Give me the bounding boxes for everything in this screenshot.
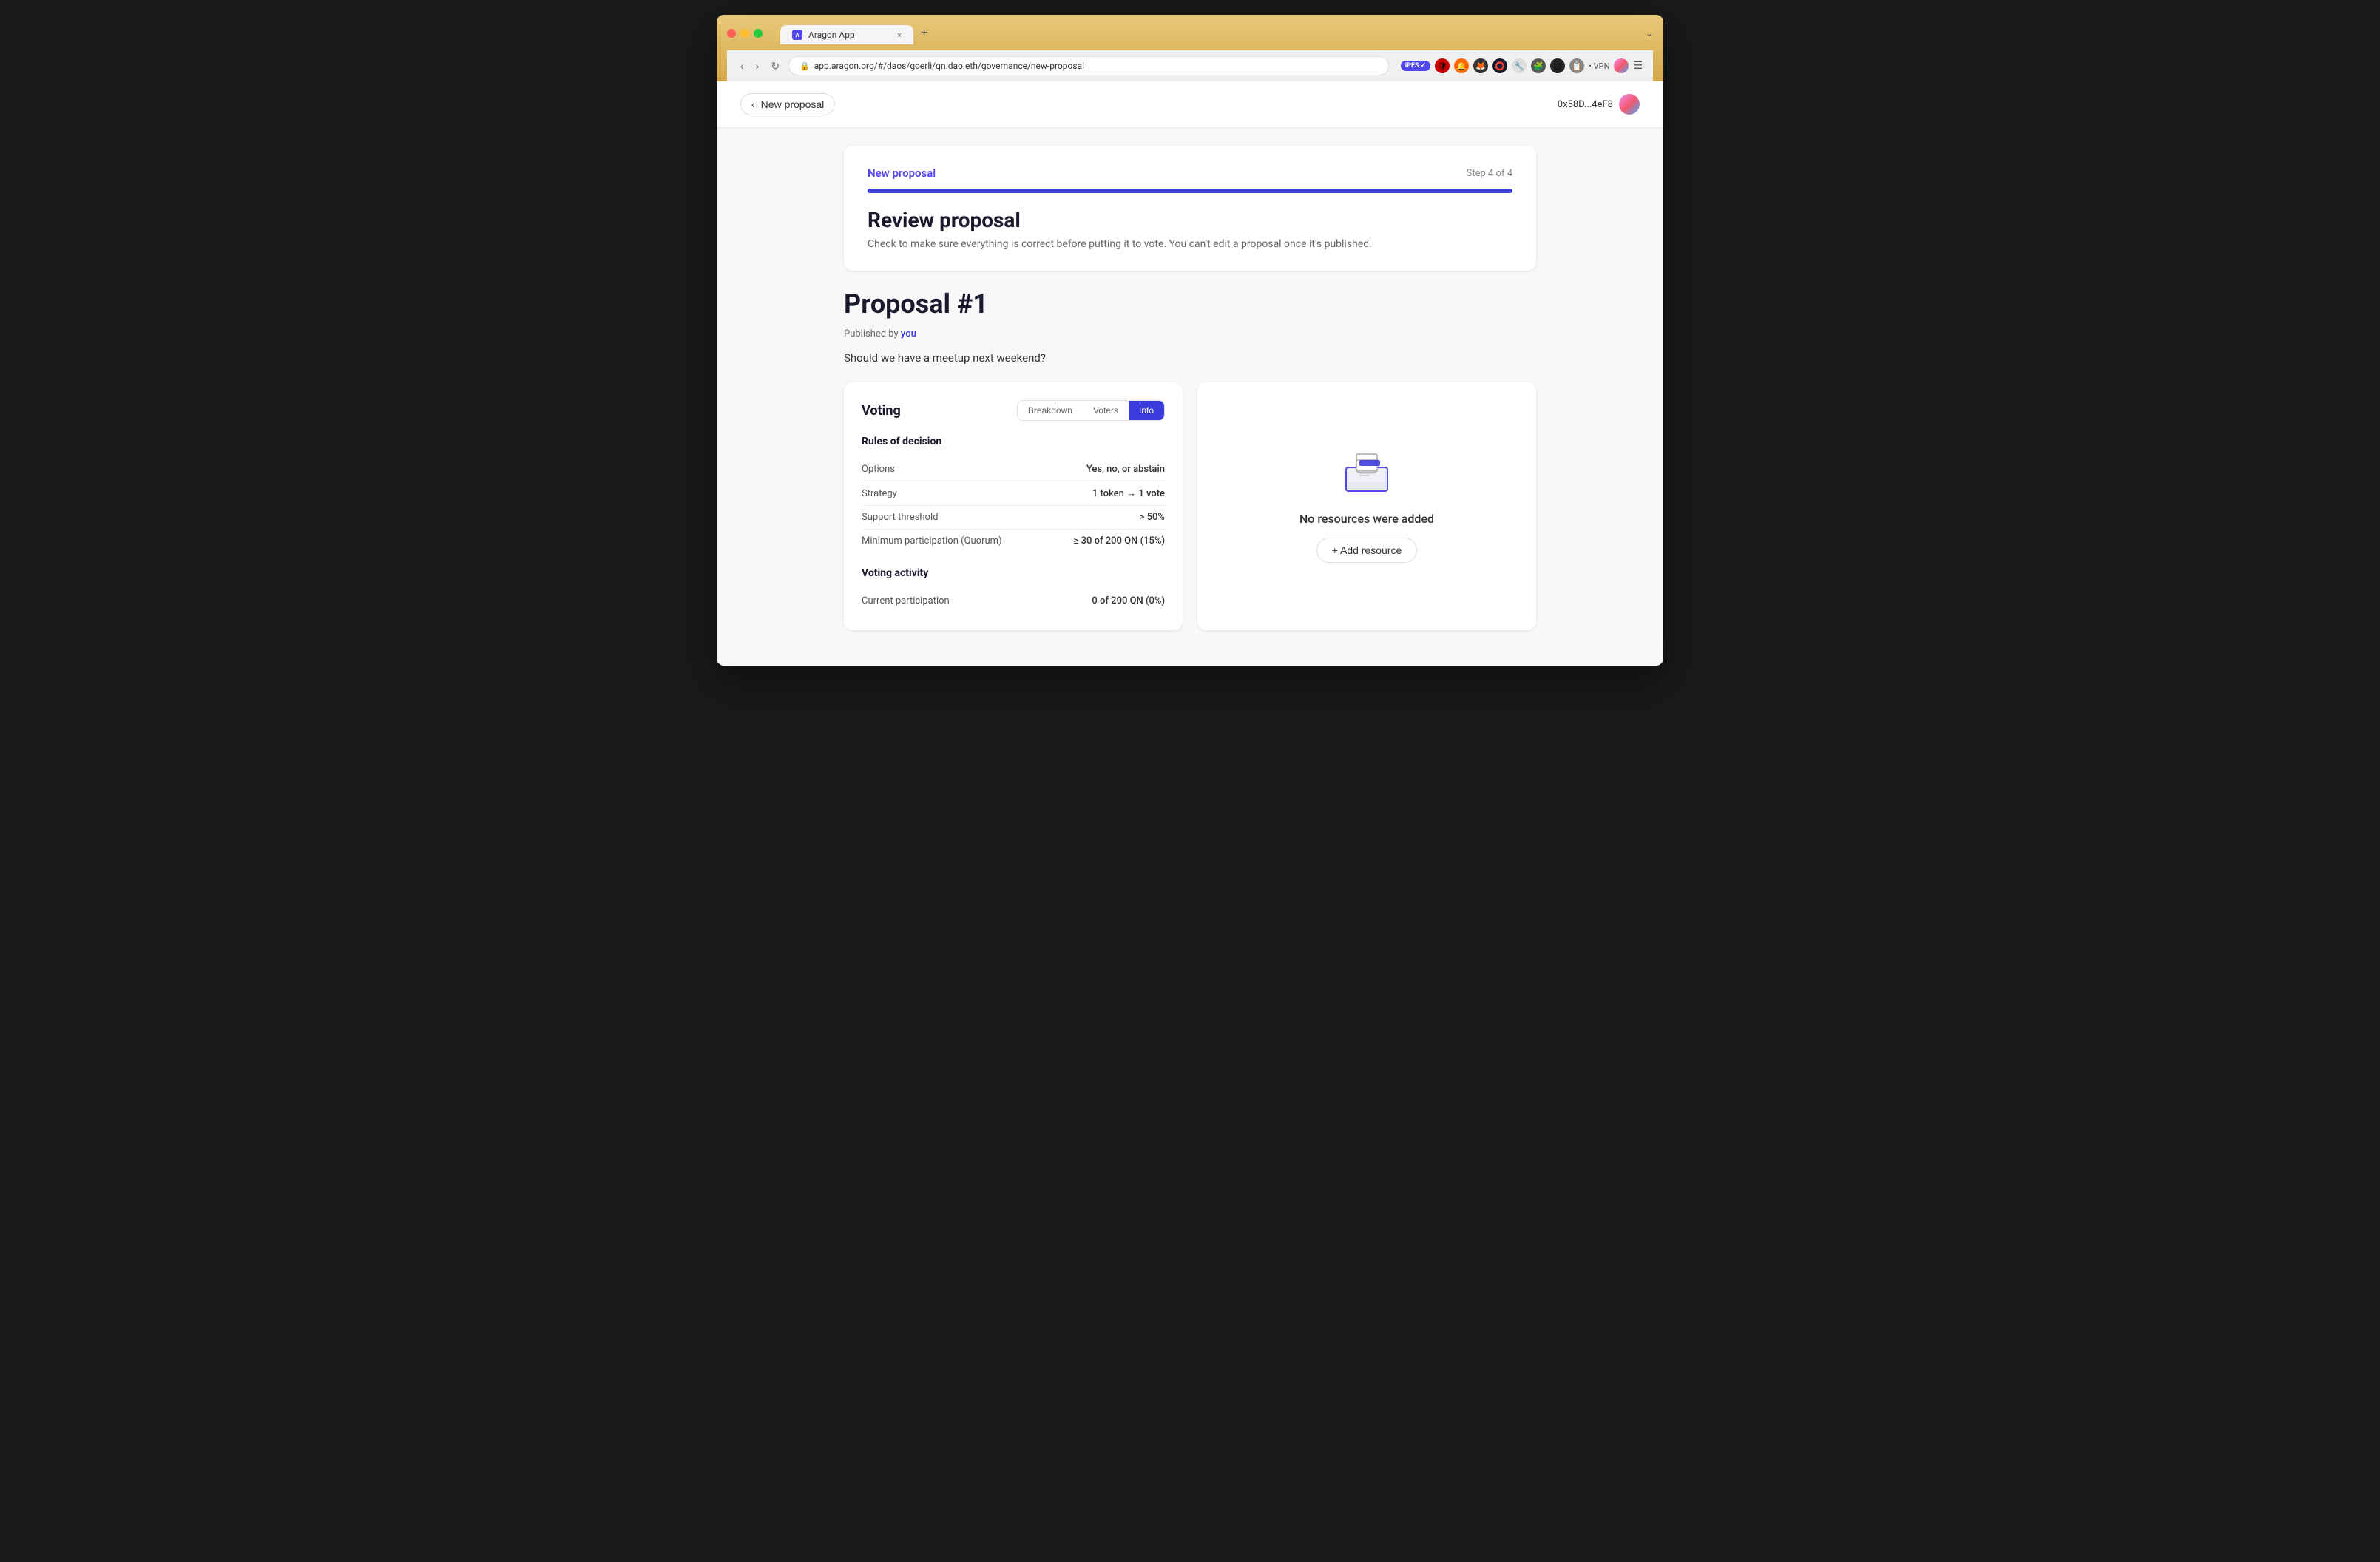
wallet-address: 0x58D...4eF8 xyxy=(1558,99,1613,110)
activity-section: Voting activity Current participation 0 … xyxy=(862,567,1165,612)
minimize-window-button[interactable] xyxy=(740,29,749,38)
extension-icon-1[interactable]: 🔔 xyxy=(1454,58,1469,73)
resources-card: No resources were added + Add resource xyxy=(1197,382,1536,630)
tab-favicon-icon: A xyxy=(792,30,802,40)
rule-label-options: Options xyxy=(862,464,895,475)
rule-row-strategy: Strategy 1 token → 1 vote xyxy=(862,481,1165,506)
back-chevron-icon: ‹ xyxy=(751,98,755,110)
rule-value-quorum: ≥ 30 of 200 QN (15%) xyxy=(1074,535,1165,547)
forward-nav-button[interactable]: › xyxy=(753,58,763,73)
rule-label-threshold: Support threshold xyxy=(862,512,938,523)
rule-value-options: Yes, no, or abstain xyxy=(1086,464,1165,475)
refresh-nav-button[interactable]: ↻ xyxy=(768,58,782,74)
user-avatar[interactable] xyxy=(1619,94,1640,115)
browser-menu-icon[interactable]: ☰ xyxy=(1633,60,1643,72)
step-counter: Step 4 of 4 xyxy=(1467,168,1512,179)
url-text: app.aragon.org/#/daos/goerli/qn.dao.eth/… xyxy=(814,61,1084,71)
activity-row-participation: Current participation 0 of 200 QN (0%) xyxy=(862,589,1165,612)
app-header: ‹ New proposal 0x58D...4eF8 xyxy=(717,81,1663,128)
tab-breakdown[interactable]: Breakdown xyxy=(1018,401,1083,420)
no-resources-icon xyxy=(1340,450,1393,500)
vpn-label: • VPN xyxy=(1589,61,1609,71)
active-browser-tab[interactable]: A Aragon App × xyxy=(780,25,913,44)
progress-bar-fill xyxy=(868,189,1512,193)
extension-icon-3[interactable]: ⭕ xyxy=(1492,58,1507,73)
voting-card-title: Voting xyxy=(862,403,901,419)
activity-label-participation: Current participation xyxy=(862,595,950,606)
wallet-info: 0x58D...4eF8 xyxy=(1558,94,1640,115)
voting-tab-group: Breakdown Voters Info xyxy=(1017,400,1165,421)
proposal-description: Should we have a meetup next weekend? xyxy=(844,351,1536,365)
browser-controls: A Aragon App × + ⌄ xyxy=(727,22,1653,44)
close-window-button[interactable] xyxy=(727,29,736,38)
published-by: Published by you xyxy=(844,328,1536,339)
address-bar[interactable]: 🔒 app.aragon.org/#/daos/goerli/qn.dao.et… xyxy=(788,56,1389,75)
rule-row-quorum: Minimum participation (Quorum) ≥ 30 of 2… xyxy=(862,530,1165,552)
extension-icon-6[interactable]: ◻ xyxy=(1550,58,1565,73)
two-col-layout: Voting Breakdown Voters Info Rules of de… xyxy=(844,382,1536,630)
extension-icon-7[interactable]: 📋 xyxy=(1569,58,1584,73)
step-card: New proposal Step 4 of 4 Review proposal… xyxy=(844,146,1536,271)
activity-value-participation: 0 of 200 QN (0%) xyxy=(1092,595,1165,606)
browser-window: A Aragon App × + ⌄ ‹ › ↻ 🔒 app.aragon.or… xyxy=(717,15,1663,666)
extension-icon-4[interactable]: 🔧 xyxy=(1512,58,1527,73)
review-title: Review proposal xyxy=(868,208,1512,232)
add-resource-button[interactable]: + Add resource xyxy=(1316,538,1418,563)
step-title: New proposal xyxy=(868,166,936,180)
published-by-link[interactable]: you xyxy=(901,328,916,339)
extension-icon-2[interactable]: 🦊 xyxy=(1473,58,1488,73)
browser-extensions: IPFS ✓ 🛡 🔔 🦊 ⭕ 🔧 🧩 ◻ 📋 • VPN ☰ xyxy=(1401,58,1643,73)
rule-value-threshold: > 50% xyxy=(1140,512,1165,523)
tab-close-icon[interactable]: × xyxy=(897,30,902,40)
maximize-window-button[interactable] xyxy=(754,29,763,38)
back-button-label: New proposal xyxy=(761,98,825,110)
voting-card: Voting Breakdown Voters Info Rules of de… xyxy=(844,382,1183,630)
main-content: New proposal Step 4 of 4 Review proposal… xyxy=(820,146,1560,660)
window-chevron-icon: ⌄ xyxy=(1646,28,1653,38)
review-subtitle: Check to make sure everything is correct… xyxy=(868,238,1512,250)
lock-icon: 🔒 xyxy=(799,61,810,71)
rules-section-title: Rules of decision xyxy=(862,436,1165,447)
traffic-lights xyxy=(727,29,763,38)
ipfs-extension-badge[interactable]: IPFS ✓ xyxy=(1401,61,1431,71)
rule-label-strategy: Strategy xyxy=(862,488,897,499)
tab-title: Aragon App xyxy=(808,30,855,40)
tab-info[interactable]: Info xyxy=(1129,401,1164,420)
extension-icon-5[interactable]: 🧩 xyxy=(1531,58,1546,73)
rule-row-threshold: Support threshold > 50% xyxy=(862,506,1165,530)
rule-value-strategy: 1 token → 1 vote xyxy=(1092,487,1165,499)
published-by-prefix: Published by xyxy=(844,328,901,339)
rule-row-options: Options Yes, no, or abstain xyxy=(862,458,1165,481)
inbox-illustration-icon xyxy=(1340,450,1393,497)
brave-shield-icon[interactable]: 🛡 xyxy=(1435,58,1450,73)
browser-tab-bar: A Aragon App × + xyxy=(780,22,1640,44)
step-header: New proposal Step 4 of 4 xyxy=(868,166,1512,180)
voting-header: Voting Breakdown Voters Info xyxy=(862,400,1165,421)
browser-nav: ‹ › ↻ 🔒 app.aragon.org/#/daos/goerli/qn.… xyxy=(727,50,1653,81)
rules-rows: Options Yes, no, or abstain Strategy 1 t… xyxy=(862,458,1165,552)
new-tab-button[interactable]: + xyxy=(915,22,933,44)
progress-bar-container xyxy=(868,189,1512,193)
back-nav-button[interactable]: ‹ xyxy=(737,58,747,73)
tab-voters[interactable]: Voters xyxy=(1083,401,1129,420)
user-avatar-small[interactable] xyxy=(1614,58,1629,73)
activity-section-title: Voting activity xyxy=(862,567,1165,579)
app-content: ‹ New proposal 0x58D...4eF8 New proposal… xyxy=(717,81,1663,666)
rule-label-quorum: Minimum participation (Quorum) xyxy=(862,535,1002,547)
back-button[interactable]: ‹ New proposal xyxy=(740,93,835,115)
proposal-title: Proposal #1 xyxy=(844,288,1536,320)
no-resources-text: No resources were added xyxy=(1299,512,1434,526)
browser-titlebar: A Aragon App × + ⌄ ‹ › ↻ 🔒 app.aragon.or… xyxy=(717,15,1663,81)
